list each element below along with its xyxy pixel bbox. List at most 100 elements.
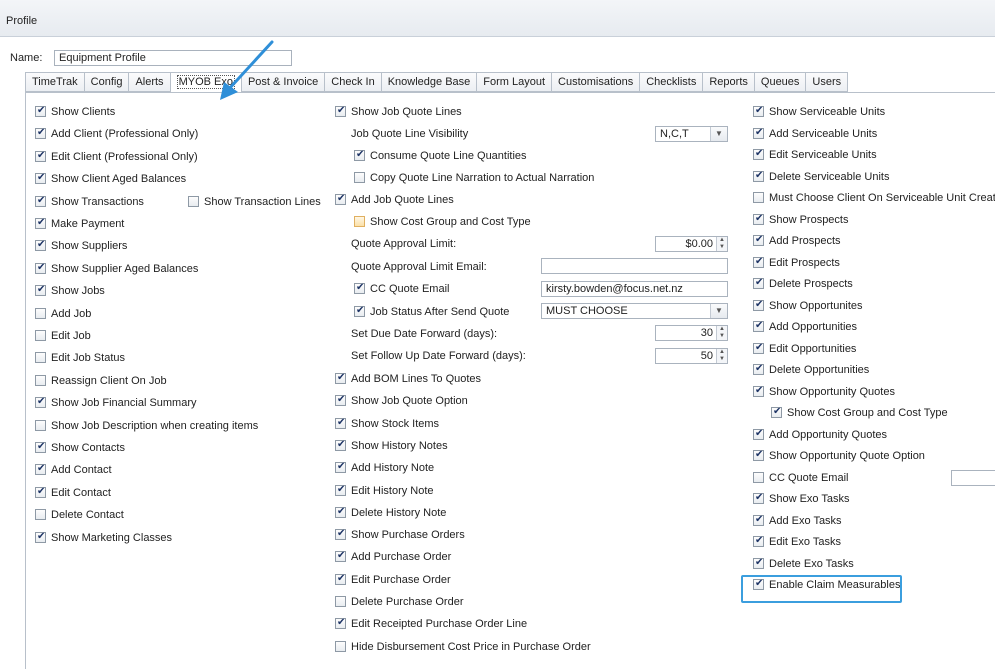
tab-checklists[interactable]: Checklists — [639, 72, 703, 92]
tab-check-in[interactable]: Check In — [324, 72, 381, 92]
checkbox-checked-icon[interactable] — [753, 298, 764, 312]
set-due-date-forward-input[interactable]: 30 ▲ ▼ — [655, 325, 728, 341]
checkbox-checked-icon[interactable] — [753, 126, 764, 140]
checkbox-checked-icon[interactable] — [753, 362, 764, 376]
spinner-arrows-icon[interactable]: ▲ ▼ — [716, 349, 727, 363]
checkbox-checked-icon[interactable] — [35, 149, 46, 163]
tab-reports[interactable]: Reports — [702, 72, 754, 92]
checkbox-checked-icon[interactable] — [753, 491, 764, 505]
checkbox-checked-icon[interactable] — [753, 169, 764, 183]
tab-timetrak[interactable]: TimeTrak — [25, 72, 84, 92]
checkbox-checked-icon[interactable] — [753, 212, 764, 226]
checkbox-checked-icon[interactable] — [35, 261, 46, 275]
checkbox-checked-icon[interactable] — [335, 438, 346, 452]
checkbox-checked-icon[interactable] — [335, 460, 346, 474]
checkbox-checked-icon[interactable] — [753, 147, 764, 161]
checkbox-checked-icon[interactable] — [753, 427, 764, 441]
checkbox-checked-icon[interactable] — [335, 483, 346, 497]
checkbox-label: Delete Prospects — [769, 278, 853, 290]
checkbox-unchecked-icon[interactable] — [335, 640, 346, 652]
checkbox-checked-icon[interactable] — [335, 572, 346, 586]
checkbox-label: Add Opportunity Quotes — [769, 428, 888, 441]
tab-label: Check In — [331, 76, 375, 88]
spinner-arrows-icon[interactable]: ▲ ▼ — [716, 326, 727, 340]
checkbox-checked-icon[interactable] — [335, 616, 346, 630]
field-value: $0.00 — [685, 238, 713, 250]
checkbox-checked-icon[interactable] — [753, 319, 764, 333]
checkbox-checked-icon[interactable] — [771, 405, 782, 419]
checkbox-checked-icon[interactable] — [35, 485, 46, 499]
job-status-after-send-quote-dropdown[interactable]: MUST CHOOSE ▼ — [541, 303, 728, 319]
tab-customisations[interactable]: Customisations — [551, 72, 640, 92]
checkbox-unchecked-icon[interactable] — [335, 596, 346, 607]
tab-label: Checklists — [646, 76, 697, 88]
checkbox-checked-icon[interactable] — [35, 216, 46, 230]
checkbox-label: Show Stock Items — [351, 417, 440, 430]
checkbox-checked-icon[interactable] — [35, 126, 46, 140]
checkbox-unchecked-icon[interactable] — [35, 352, 46, 364]
checkbox-checked-icon[interactable] — [753, 448, 764, 462]
checkbox-unchecked-icon[interactable] — [753, 471, 764, 483]
checkbox-checked-icon[interactable] — [35, 440, 46, 454]
cc-quote-email-input[interactable]: kirsty.bowden@focus.net.nz — [541, 281, 728, 297]
checkbox-checked-icon[interactable] — [335, 192, 346, 206]
checkbox-checked-icon[interactable] — [753, 276, 764, 290]
checkbox-unchecked-icon[interactable] — [35, 307, 46, 319]
checkbox-checked-icon[interactable] — [753, 556, 764, 570]
checkbox-checked-icon[interactable] — [335, 104, 346, 118]
window-titlebar: Profile — [0, 0, 995, 37]
chevron-down-icon[interactable]: ▼ — [710, 304, 727, 318]
checkbox-checked-icon[interactable] — [753, 384, 764, 398]
checkbox-checked-icon[interactable] — [753, 513, 764, 527]
checkbox-checked-icon[interactable] — [335, 371, 346, 385]
checkbox-checked-icon[interactable] — [335, 549, 346, 563]
tab-alerts[interactable]: Alerts — [128, 72, 170, 92]
checkbox-unchecked-icon[interactable] — [188, 195, 199, 207]
checkbox-checked-icon[interactable] — [354, 281, 365, 295]
checkbox-checked-icon[interactable] — [35, 171, 46, 185]
tab-form-layout[interactable]: Form Layout — [476, 72, 552, 92]
checkbox-unchecked-icon[interactable] — [753, 192, 764, 203]
tab-config[interactable]: Config — [83, 72, 129, 92]
checkbox-label: Add Client (Professional Only) — [51, 128, 199, 141]
checkbox-checked-icon[interactable] — [753, 341, 764, 355]
checkbox-checked-icon[interactable] — [35, 238, 46, 252]
checkbox-checked-icon[interactable] — [35, 530, 46, 544]
checkbox-checked-icon[interactable] — [753, 534, 764, 548]
checkbox-checked-icon[interactable] — [35, 462, 46, 476]
checkbox-unchecked-icon[interactable] — [35, 419, 46, 431]
checkbox-label: CC Quote Email — [769, 471, 849, 484]
checkbox-unchecked-icon[interactable] — [354, 172, 365, 183]
checkbox-checked-icon[interactable] — [753, 255, 764, 269]
set-due-date-forward-label: Set Due Date Forward (days): — [351, 328, 498, 340]
checkbox-unchecked-icon[interactable] — [35, 330, 46, 341]
checkbox-checked-icon[interactable] — [335, 393, 346, 407]
checkbox-unchecked-icon[interactable] — [35, 509, 46, 521]
quote-approval-limit-input[interactable]: $0.00 ▲ ▼ — [655, 236, 728, 252]
checkbox-unchecked-icon[interactable] — [35, 374, 46, 386]
checkbox-label: Add Contact — [51, 464, 112, 477]
checkbox-label: Must Choose Client On Serviceable Unit C… — [769, 192, 995, 204]
cc-quote-email-input-right[interactable] — [951, 469, 995, 486]
checkbox-checked-icon[interactable] — [354, 304, 365, 318]
tab-queues[interactable]: Queues — [753, 72, 806, 92]
checkbox-label: Show Opportunity Quote Option — [769, 450, 925, 462]
checkbox-checked-icon[interactable] — [35, 395, 46, 409]
quote-approval-limit-email-input[interactable] — [541, 258, 728, 274]
spinner-arrows-icon[interactable]: ▲ ▼ — [716, 237, 727, 251]
checkbox-checked-icon[interactable] — [335, 527, 346, 541]
checkbox-checked-icon[interactable] — [753, 233, 764, 247]
tab-users[interactable]: Users — [805, 72, 849, 92]
checkbox-unchecked-icon[interactable] — [354, 216, 365, 227]
tab-knowledge-base[interactable]: Knowledge Base — [380, 72, 477, 92]
checkbox-checked-icon[interactable] — [35, 283, 46, 297]
checkbox-checked-icon[interactable] — [35, 104, 46, 118]
checkbox-checked-icon[interactable] — [35, 194, 46, 208]
job-quote-line-visibility-dropdown[interactable]: N,C,T ▼ — [655, 126, 728, 142]
checkbox-checked-icon[interactable] — [753, 104, 764, 118]
checkbox-checked-icon[interactable] — [335, 505, 346, 519]
set-follow-up-date-forward-input[interactable]: 50 ▲ ▼ — [655, 348, 728, 364]
checkbox-checked-icon[interactable] — [354, 148, 365, 162]
chevron-down-icon[interactable]: ▼ — [710, 127, 727, 141]
checkbox-checked-icon[interactable] — [335, 416, 346, 430]
